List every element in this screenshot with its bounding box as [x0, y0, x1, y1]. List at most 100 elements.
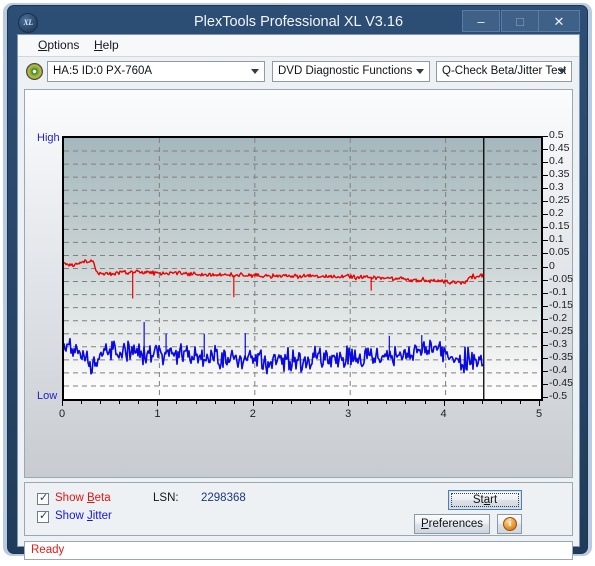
- menu-help-rest: elp: [102, 38, 119, 52]
- y-tick-mark: [543, 162, 548, 164]
- x-tick-mark: [157, 401, 159, 406]
- y-tick-label: -0.2: [549, 311, 568, 324]
- maximize-button[interactable]: □: [501, 10, 539, 32]
- menu-options-rest: ptions: [47, 38, 80, 52]
- y-tick-label: 0.05: [549, 246, 570, 259]
- x-tick-minor: [405, 401, 407, 404]
- y-tick-label: -0.15: [549, 298, 573, 311]
- y-tick-mark: [543, 370, 548, 372]
- test-select[interactable]: Q-Check Beta/Jitter Test: [436, 61, 572, 82]
- x-tick-minor: [386, 401, 388, 404]
- x-tick-mark: [539, 401, 540, 406]
- x-tick-minor: [481, 401, 483, 404]
- control-panel: Show Beta Show Jitter LSN: 2298368 Start…: [24, 482, 573, 536]
- x-tick-minor: [176, 401, 178, 404]
- y-tick-label: 0: [549, 259, 555, 272]
- y-tick-label: 0.45: [549, 142, 570, 155]
- lsn-label: LSN:: [153, 492, 179, 504]
- y-tick-mark: [543, 201, 548, 203]
- chevron-down-icon: [558, 69, 566, 74]
- x-tick-minor: [290, 401, 292, 404]
- x-tick-label: 0: [58, 408, 66, 420]
- show-beta-accel: B: [86, 492, 95, 504]
- y-tick-label: 0.15: [549, 220, 570, 233]
- y-tick-mark: [543, 331, 548, 333]
- x-tick-minor: [138, 401, 140, 404]
- x-tick-minor: [81, 401, 83, 404]
- preferences-accel: P: [420, 518, 429, 530]
- y-tick-mark: [543, 149, 548, 151]
- y-tick-label: 0.3: [549, 181, 564, 194]
- x-tick-label: 3: [345, 408, 352, 420]
- y-tick-label: 0.35: [549, 168, 570, 181]
- menu-item-help[interactable]: Help: [90, 38, 123, 52]
- x-tick-minor: [367, 401, 369, 404]
- y-tick-mark: [543, 253, 548, 255]
- chart-panel-inner: High Low 0.5 0.45 0.4 0.35 0.3 0.25 0.2 0.15 0.1…: [25, 90, 573, 477]
- show-beta-prefix: Show: [55, 492, 87, 504]
- x-tick-minor: [519, 401, 521, 404]
- x-tick-mark: [443, 401, 445, 406]
- drive-select-value: HA:5 ID:0 PX-760A: [53, 65, 153, 77]
- lsn-value: 2298368: [201, 492, 246, 504]
- drive-select[interactable]: HA:5 ID:0 PX-760A: [47, 61, 265, 82]
- show-jitter-checkbox[interactable]: [37, 509, 49, 523]
- y-tick-label: -0.3: [549, 337, 568, 350]
- x-tick-minor: [119, 401, 121, 404]
- y-tick-mark: [543, 344, 548, 346]
- close-button[interactable]: ✕: [538, 10, 580, 32]
- x-tick-label: 4: [440, 408, 447, 420]
- y-tick-mark: [543, 240, 548, 242]
- menu-bar: Options Help: [18, 35, 579, 57]
- y-tick-mark: [543, 397, 548, 398]
- show-beta-rest: eta: [94, 492, 111, 504]
- chevron-down-icon: [251, 69, 259, 74]
- chevron-down-icon: [416, 69, 424, 74]
- y-tick-mark: [543, 292, 548, 294]
- y-tick-label: -0.5: [549, 390, 568, 402]
- info-button[interactable]: i: [497, 514, 522, 534]
- minimize-button[interactable]: –: [462, 10, 500, 32]
- y-tick-label: 0.25: [549, 194, 570, 207]
- x-tick-mark: [348, 401, 350, 406]
- preferences-rest: references: [428, 518, 483, 530]
- y-tick-mark: [543, 188, 548, 190]
- test-select-value: Q-Check Beta/Jitter Test: [442, 65, 567, 77]
- start-button[interactable]: Start: [448, 490, 522, 510]
- menu-item-options[interactable]: Options: [34, 38, 83, 52]
- chart-panel: High Low 0.5 0.45 0.4 0.35 0.3 0.25 0.2 0.15 0.1…: [24, 89, 573, 478]
- menu-options-accel: O: [38, 38, 48, 52]
- x-tick-minor: [271, 401, 273, 404]
- show-jitter-rest: itter: [92, 510, 112, 522]
- y-tick-label: -0.45: [549, 376, 573, 389]
- axis-label-high: High: [37, 132, 60, 144]
- y-tick-mark: [543, 136, 548, 137]
- y-tick-mark: [543, 383, 548, 385]
- x-tick-minor: [100, 401, 102, 404]
- y-tick-label: -0.4: [549, 363, 568, 376]
- y-tick-mark: [543, 357, 548, 359]
- y-tick-mark: [543, 266, 548, 268]
- x-tick-minor: [310, 401, 312, 404]
- y-tick-label: 0.1: [549, 233, 564, 246]
- beta-jitter-plot[interactable]: [62, 136, 543, 401]
- y-tick-mark: [543, 175, 548, 177]
- y-tick-mark: [543, 279, 548, 281]
- x-tick-minor: [500, 401, 502, 404]
- y-tick-mark: [543, 305, 548, 307]
- x-tick-minor: [462, 401, 464, 404]
- y-tick-label: -0.1: [549, 285, 568, 298]
- y-tick-label: -0.25: [549, 324, 573, 337]
- show-beta-checkbox[interactable]: [37, 491, 49, 505]
- function-select-value: DVD Diagnostic Functions: [278, 65, 413, 77]
- status-bar: Ready: [24, 541, 573, 560]
- show-jitter-label: Show Jitter: [55, 510, 112, 522]
- menu-help-accel: H: [94, 38, 103, 52]
- y-tick-label: -0.35: [549, 350, 573, 363]
- x-tick-label: 2: [249, 408, 256, 420]
- y-tick-mark: [543, 214, 548, 216]
- function-select[interactable]: DVD Diagnostic Functions: [272, 61, 430, 82]
- preferences-button[interactable]: Preferences: [414, 514, 490, 534]
- plot-data-traces: [64, 259, 484, 375]
- x-tick-minor: [233, 401, 235, 404]
